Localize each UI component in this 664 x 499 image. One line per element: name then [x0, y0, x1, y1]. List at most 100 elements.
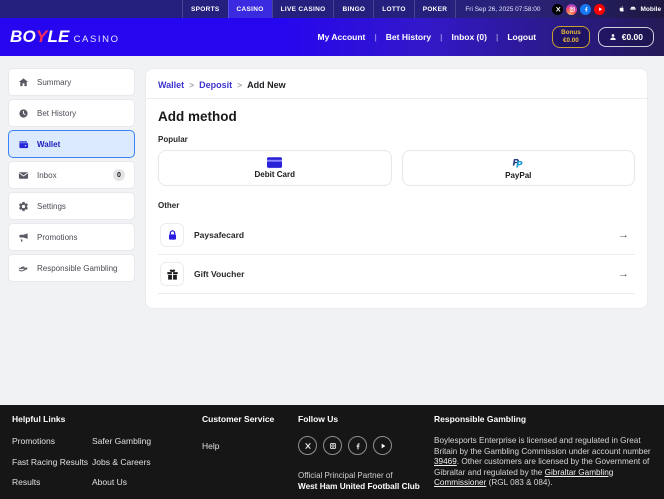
- breadcrumb-divider: [146, 98, 647, 99]
- breadcrumb-wallet[interactable]: Wallet: [158, 80, 184, 90]
- method-label: Debit Card: [255, 170, 295, 179]
- logout-link[interactable]: Logout: [498, 32, 545, 42]
- top-nav: SPORTS CASINO LIVE CASINO BINGO LOTTO PO…: [182, 0, 456, 18]
- youtube-icon[interactable]: [373, 436, 392, 455]
- logo-suffix: CASINO: [74, 34, 120, 45]
- responsible-gambling-icon: [18, 263, 29, 274]
- top-utility-bar: SPORTS CASINO LIVE CASINO BINGO LOTTO PO…: [0, 0, 664, 18]
- inbox-link[interactable]: Inbox (0): [443, 32, 496, 42]
- page-footer: Helpful Links Promotions Fast Racing Res…: [0, 405, 664, 499]
- page-title: Add method: [158, 109, 635, 124]
- top-nav-lotto[interactable]: LOTTO: [373, 0, 413, 18]
- facebook-icon[interactable]: [580, 4, 591, 15]
- license-text: Boylesports Enterprise is licensed and r…: [434, 436, 652, 489]
- account-sidebar: Summary Bet History Wallet Inbox 0 Setti…: [8, 68, 135, 282]
- footer-link-jobs-careers[interactable]: Jobs & Careers: [92, 457, 155, 467]
- home-icon: [18, 77, 29, 88]
- content-area: Summary Bet History Wallet Inbox 0 Setti…: [0, 56, 664, 405]
- debit-card-method[interactable]: Debit Card: [158, 150, 392, 186]
- footer-responsible-gambling: Responsible Gambling Boylesports Enterpr…: [434, 414, 652, 490]
- breadcrumb: Wallet > Deposit > Add New: [158, 77, 635, 98]
- footer-link-about-us[interactable]: About Us: [92, 477, 155, 487]
- sidebar-item-bet-history[interactable]: Bet History: [8, 99, 135, 127]
- sidebar-item-summary[interactable]: Summary: [8, 68, 135, 96]
- paysafecard-method-row[interactable]: Paysafecard →: [158, 216, 635, 255]
- paypal-icon: P P: [512, 157, 525, 169]
- youtube-icon[interactable]: [594, 4, 605, 15]
- balance-button[interactable]: €0.00: [598, 27, 654, 47]
- instagram-icon[interactable]: [566, 4, 577, 15]
- customer-service-title: Customer Service: [202, 414, 298, 424]
- footer-link-fast-racing-results[interactable]: Fast Racing Results: [12, 457, 92, 467]
- inbox-icon: [18, 170, 29, 181]
- bonus-value: €0.00: [563, 37, 579, 44]
- arrow-right-icon: →: [618, 269, 633, 280]
- x-icon[interactable]: [552, 4, 563, 15]
- wallet-panel: Wallet > Deposit > Add New Add method Po…: [145, 68, 648, 309]
- topbar-right: Mobile Help: [549, 0, 664, 18]
- sidebar-item-responsible-gambling[interactable]: Responsible Gambling: [8, 254, 135, 282]
- footer-follow-us: Follow Us Official Principal Partner of …: [298, 414, 434, 490]
- sidebar-item-label: Summary: [37, 78, 71, 87]
- sidebar-item-promotions[interactable]: Promotions: [8, 223, 135, 251]
- gear-icon: [18, 201, 29, 212]
- sidebar-item-label: Wallet: [37, 140, 60, 149]
- my-account-link[interactable]: My Account: [309, 32, 375, 42]
- method-icon-frame: [160, 262, 184, 286]
- chevron-right-icon: >: [189, 80, 194, 90]
- sidebar-item-wallet[interactable]: Wallet: [8, 130, 135, 158]
- mobile-apps-link[interactable]: Mobile: [618, 5, 661, 13]
- other-section-label: Other: [158, 201, 635, 210]
- facebook-icon[interactable]: [348, 436, 367, 455]
- breadcrumb-add-new: Add New: [247, 80, 286, 90]
- paypal-method[interactable]: P P PayPal: [402, 150, 636, 186]
- top-nav-live-casino[interactable]: LIVE CASINO: [272, 0, 334, 18]
- footer-link-help[interactable]: Help: [202, 441, 219, 451]
- main-header: BOYLE CASINO My Account | Bet History | …: [0, 18, 664, 56]
- sidebar-item-label: Promotions: [37, 233, 77, 242]
- breadcrumb-deposit[interactable]: Deposit: [199, 80, 232, 90]
- footer-helpful-links: Helpful Links Promotions Fast Racing Res…: [12, 414, 202, 490]
- mobile-label: Mobile: [640, 6, 661, 13]
- sidebar-item-inbox[interactable]: Inbox 0: [8, 161, 135, 189]
- popular-section-label: Popular: [158, 135, 635, 144]
- arrow-right-icon: →: [618, 230, 633, 241]
- datetime-display: Fri Sep 26, 2025 07:58:00: [456, 0, 549, 18]
- method-label: Paysafecard: [194, 230, 244, 240]
- svg-text:P: P: [516, 160, 523, 169]
- sidebar-item-label: Inbox: [37, 171, 57, 180]
- top-nav-sports[interactable]: SPORTS: [182, 0, 228, 18]
- footer-link-promotions[interactable]: Promotions: [12, 436, 92, 446]
- logo-accent-y: Y: [36, 27, 48, 46]
- top-nav-poker[interactable]: POKER: [414, 0, 457, 18]
- account-number-link[interactable]: 39469: [434, 457, 457, 466]
- sidebar-item-label: Settings: [37, 202, 66, 211]
- method-label: Gift Voucher: [194, 269, 244, 279]
- top-nav-casino[interactable]: CASINO: [228, 0, 272, 18]
- wallet-icon: [18, 139, 29, 150]
- method-label: PayPal: [505, 171, 531, 180]
- method-icon-frame: [160, 223, 184, 247]
- partner-club-name: West Ham United Football Club: [298, 482, 434, 491]
- bet-history-link[interactable]: Bet History: [377, 32, 440, 42]
- x-icon[interactable]: [298, 436, 317, 455]
- sidebar-item-settings[interactable]: Settings: [8, 192, 135, 220]
- megaphone-icon: [18, 232, 29, 243]
- bonus-label: Bonus: [561, 29, 581, 36]
- follow-us-title: Follow Us: [298, 414, 434, 424]
- history-icon: [18, 108, 29, 119]
- instagram-icon[interactable]: [323, 436, 342, 455]
- gift-voucher-method-row[interactable]: Gift Voucher →: [158, 255, 635, 294]
- footer-link-safer-gambling[interactable]: Safer Gambling: [92, 436, 155, 446]
- responsible-gambling-title: Responsible Gambling: [434, 414, 652, 424]
- chevron-right-icon: >: [237, 80, 242, 90]
- popular-methods: Debit Card P P PayPal: [158, 150, 635, 186]
- bonus-badge[interactable]: Bonus €0.00: [552, 26, 590, 48]
- helpful-links-title: Helpful Links: [12, 414, 202, 424]
- top-nav-bingo[interactable]: BINGO: [333, 0, 373, 18]
- boyle-casino-logo[interactable]: BOYLE CASINO: [10, 27, 120, 47]
- gift-icon: [166, 268, 179, 281]
- inbox-count-badge: 0: [113, 169, 125, 181]
- footer-link-results[interactable]: Results: [12, 477, 92, 487]
- debit-card-icon: [267, 157, 282, 168]
